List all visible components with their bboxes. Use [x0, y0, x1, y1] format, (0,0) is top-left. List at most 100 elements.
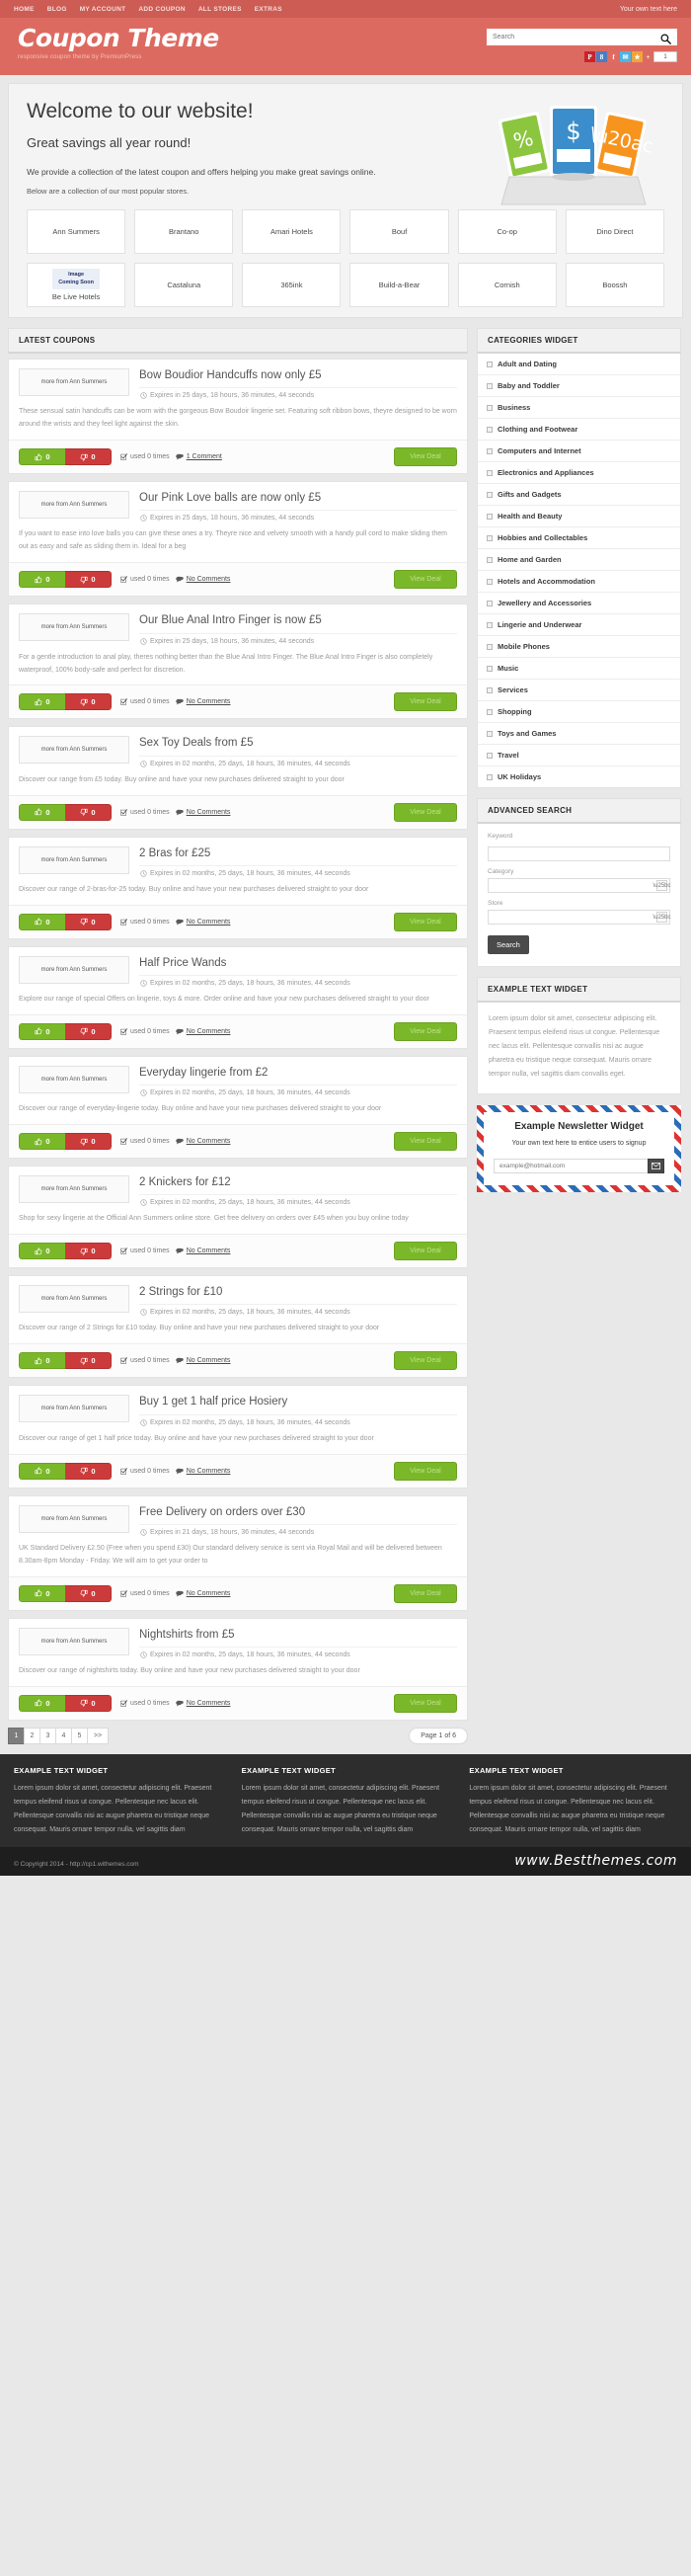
- coupon-store-badge[interactable]: more from Ann Summers: [19, 1627, 129, 1655]
- coupon-comments-link[interactable]: No Comments: [187, 1357, 231, 1364]
- category-item[interactable]: Shopping: [478, 701, 680, 724]
- store-tile[interactable]: Amari Hotels: [242, 209, 342, 255]
- page-numbers[interactable]: 1 2 3 4 5 >>: [8, 1727, 109, 1744]
- expand-box-icon[interactable]: [487, 426, 493, 433]
- coupon-comments-link[interactable]: No Comments: [187, 1468, 231, 1475]
- view-deal-button[interactable]: View Deal: [394, 447, 457, 467]
- expand-box-icon[interactable]: [487, 513, 493, 520]
- pagination-page-5[interactable]: 5: [71, 1727, 88, 1744]
- coupon-title[interactable]: Our Blue Anal Intro Finger is now £5: [139, 614, 457, 627]
- view-deal-button[interactable]: View Deal: [394, 1021, 457, 1041]
- store-tile[interactable]: Boossh: [565, 263, 664, 308]
- store-tile[interactable]: Co-op: [457, 209, 557, 255]
- vote-up-button[interactable]: 0: [19, 1133, 65, 1151]
- topnav-item-add-coupon[interactable]: ADD COUPON: [138, 6, 185, 13]
- category-item[interactable]: Toys and Games: [478, 723, 680, 746]
- vote-down-button[interactable]: 0: [65, 1022, 112, 1040]
- expand-box-icon[interactable]: [487, 447, 493, 454]
- coupon-store-badge[interactable]: more from Ann Summers: [19, 955, 129, 984]
- coupon-store-badge[interactable]: more from Ann Summers: [19, 368, 129, 397]
- vote-controls[interactable]: 00: [19, 1462, 112, 1480]
- expand-box-icon[interactable]: [487, 404, 493, 411]
- expand-box-icon[interactable]: [487, 621, 493, 628]
- vote-up-button[interactable]: 0: [19, 1694, 65, 1712]
- store-tile[interactable]: 365ink: [242, 263, 342, 308]
- expand-box-icon[interactable]: [487, 600, 493, 606]
- topnav-item-extras[interactable]: EXTRAS: [255, 6, 282, 13]
- coupon-comments-link[interactable]: No Comments: [187, 576, 231, 583]
- pagination-page-1[interactable]: 1: [8, 1727, 25, 1744]
- view-deal-button[interactable]: View Deal: [394, 1132, 457, 1152]
- vote-down-button[interactable]: 0: [65, 1243, 112, 1260]
- vote-up-button[interactable]: 0: [19, 1022, 65, 1040]
- store-tile[interactable]: Brantano: [134, 209, 234, 255]
- rss-icon[interactable]: ★: [632, 51, 643, 62]
- category-item[interactable]: Computers and Internet: [478, 441, 680, 463]
- category-item[interactable]: Clothing and Footwear: [478, 419, 680, 442]
- view-deal-button[interactable]: View Deal: [394, 692, 457, 712]
- vote-controls[interactable]: 00: [19, 803, 112, 821]
- expand-box-icon[interactable]: [487, 578, 493, 585]
- coupon-comments-link[interactable]: No Comments: [187, 1138, 231, 1145]
- vote-controls[interactable]: 00: [19, 913, 112, 930]
- vote-up-button[interactable]: 0: [19, 1352, 65, 1370]
- expand-box-icon[interactable]: [487, 382, 493, 389]
- expand-box-icon[interactable]: [487, 752, 493, 759]
- coupon-store-badge[interactable]: more from Ann Summers: [19, 1065, 129, 1093]
- vote-down-button[interactable]: 0: [65, 1584, 112, 1602]
- pinterest-icon[interactable]: P: [584, 51, 595, 62]
- store-tile[interactable]: Build-a-Bear: [349, 263, 449, 308]
- vote-controls[interactable]: 00: [19, 1352, 112, 1370]
- coupon-title[interactable]: Bow Boudior Handcuffs now only £5: [139, 369, 457, 382]
- view-deal-button[interactable]: View Deal: [394, 802, 457, 822]
- coupon-title[interactable]: Sex Toy Deals from £5: [139, 737, 457, 750]
- vote-up-button[interactable]: 0: [19, 448, 65, 466]
- coupon-comments-link[interactable]: No Comments: [187, 1248, 231, 1254]
- vote-up-button[interactable]: 0: [19, 1462, 65, 1480]
- store-tile[interactable]: Image Coming Soon Be Live Hotels: [27, 263, 126, 308]
- expand-box-icon[interactable]: [487, 665, 493, 672]
- coupon-title[interactable]: Buy 1 get 1 half price Hosiery: [139, 1396, 457, 1409]
- category-item[interactable]: Electronics and Appliances: [478, 462, 680, 485]
- category-item[interactable]: Hobbies and Collectables: [478, 527, 680, 550]
- store-tile[interactable]: Dino Direct: [565, 209, 664, 255]
- newsletter-email-input[interactable]: [494, 1158, 648, 1173]
- expand-box-icon[interactable]: [487, 686, 493, 693]
- keyword-input[interactable]: [488, 846, 670, 862]
- view-deal-button[interactable]: View Deal: [394, 1351, 457, 1371]
- vote-controls[interactable]: 00: [19, 1022, 112, 1040]
- coupon-store-badge[interactable]: more from Ann Summers: [19, 1175, 129, 1204]
- category-item[interactable]: Baby and Toddler: [478, 375, 680, 398]
- coupon-comments-link[interactable]: No Comments: [187, 919, 231, 926]
- expand-box-icon[interactable]: [487, 534, 493, 541]
- coupon-comments-link[interactable]: 1 Comment: [187, 453, 222, 460]
- coupon-comments-link[interactable]: No Comments: [187, 1700, 231, 1707]
- coupon-store-badge[interactable]: more from Ann Summers: [19, 613, 129, 642]
- view-deal-button[interactable]: View Deal: [394, 1583, 457, 1603]
- pagination-page-next[interactable]: >>: [87, 1727, 109, 1744]
- search-icon[interactable]: [660, 32, 671, 44]
- plus-one-icon[interactable]: +: [644, 51, 653, 62]
- expand-box-icon[interactable]: [487, 643, 493, 650]
- pagination-page-4[interactable]: 4: [55, 1727, 72, 1744]
- category-item[interactable]: Lingerie and Underwear: [478, 614, 680, 637]
- category-item[interactable]: UK Holidays: [478, 766, 680, 787]
- coupon-title[interactable]: 2 Knickers for £12: [139, 1176, 457, 1189]
- newsletter-submit-button[interactable]: [648, 1158, 664, 1173]
- category-item[interactable]: Hotels and Accommodation: [478, 571, 680, 594]
- expand-box-icon[interactable]: [487, 708, 493, 715]
- topnav-item-home[interactable]: HOME: [14, 6, 35, 13]
- category-item[interactable]: Home and Garden: [478, 549, 680, 572]
- vote-up-button[interactable]: 0: [19, 1243, 65, 1260]
- coupon-comments-link[interactable]: No Comments: [187, 1028, 231, 1035]
- expand-box-icon[interactable]: [487, 469, 493, 476]
- coupon-store-badge[interactable]: more from Ann Summers: [19, 1504, 129, 1533]
- category-item[interactable]: Services: [478, 680, 680, 702]
- category-item[interactable]: Health and Beauty: [478, 506, 680, 528]
- coupon-store-badge[interactable]: more from Ann Summers: [19, 1395, 129, 1423]
- store-tile[interactable]: Bouf: [349, 209, 449, 255]
- coupon-title[interactable]: Nightshirts from £5: [139, 1629, 457, 1642]
- expand-box-icon[interactable]: [487, 361, 493, 367]
- coupon-title[interactable]: 2 Strings for £10: [139, 1286, 457, 1299]
- vote-down-button[interactable]: 0: [65, 803, 112, 821]
